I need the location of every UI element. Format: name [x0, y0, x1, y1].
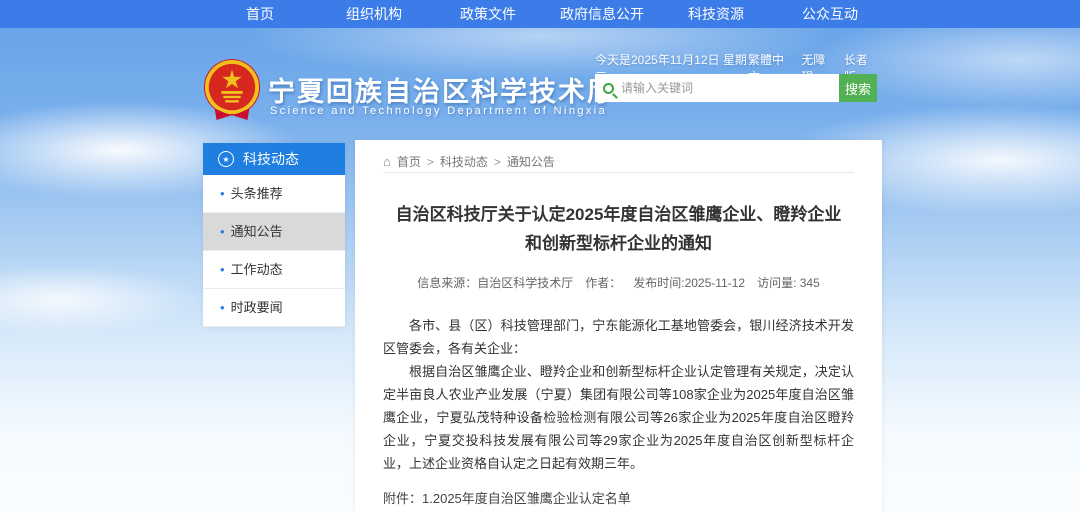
bullet-icon: •: [220, 186, 225, 201]
article-meta: 信息来源：自治区科学技术厅 作者： 发布时间:2025-11-12 访问量: 3…: [383, 274, 854, 291]
meta-publish-date: 发布时间:2025-11-12: [633, 274, 745, 291]
meta-visit-count: 访问量: 345: [757, 274, 820, 291]
nav-item-gov-info[interactable]: 政府信息公开: [545, 0, 659, 28]
star-circle-icon: ★: [218, 151, 234, 167]
breadcrumb-home[interactable]: 首页: [397, 153, 421, 170]
sidebar-item-headlines[interactable]: •头条推荐: [203, 175, 345, 213]
article-paragraph: 根据自治区雏鹰企业、瞪羚企业和创新型标杆企业认定管理有关规定，决定认定半亩良人农…: [383, 360, 854, 475]
meta-source: 信息来源：自治区科学技术厅: [417, 274, 573, 291]
attachments-label: 附件：: [383, 487, 422, 513]
nav-item-policy[interactable]: 政策文件: [431, 0, 545, 28]
breadcrumb-notices[interactable]: 通知公告: [507, 153, 555, 170]
site-subtitle: Science and Technology Department of Nin…: [270, 105, 607, 117]
attachment-link-1[interactable]: 1.2025年度自治区雏鹰企业认定名单: [422, 487, 670, 511]
national-emblem-logo: [203, 57, 261, 123]
attachments-block: 附件： 1.2025年度自治区雏鹰企业认定名单 2.2025年度自治区瞪羚企业认…: [383, 487, 854, 513]
search-icon: [603, 83, 614, 94]
sidebar-item-politics-news[interactable]: •时政要闻: [203, 289, 345, 327]
article-title: 自治区科技厅关于认定2025年度自治区雏鹰企业、瞪羚企业 和创新型标杆企业的通知: [383, 200, 854, 258]
meta-author: 作者：: [585, 274, 621, 291]
search-button[interactable]: 搜索: [839, 74, 877, 102]
article-body: 各市、县（区）科技管理部门，宁东能源化工基地管委会，银川经济技术开发区管委会，各…: [383, 314, 854, 475]
sidebar-title: 科技动态: [243, 149, 299, 169]
search-bar: 搜索: [595, 74, 877, 102]
sidebar-item-work-news[interactable]: •工作动态: [203, 251, 345, 289]
nav-item-organization[interactable]: 组织机构: [317, 0, 431, 28]
nav-item-sci-resources[interactable]: 科技资源: [659, 0, 773, 28]
nav-item-home[interactable]: 首页: [203, 0, 317, 28]
sidebar-header: ★ 科技动态: [203, 143, 345, 175]
bullet-icon: •: [220, 262, 225, 277]
search-input[interactable]: [621, 74, 839, 102]
sidebar-item-notices[interactable]: •通知公告: [203, 213, 345, 251]
nav-item-public-interaction[interactable]: 公众互动: [773, 0, 887, 28]
breadcrumb-sci-news[interactable]: 科技动态: [440, 153, 488, 170]
top-navbar: 首页 组织机构 政策文件 政府信息公开 科技资源 公众互动: [0, 0, 1080, 28]
sidebar: ★ 科技动态 •头条推荐 •通知公告 •工作动态 •时政要闻: [203, 143, 345, 327]
bullet-icon: •: [220, 224, 225, 239]
article-panel: ⌂ 首页 > 科技动态 > 通知公告 自治区科技厅关于认定2025年度自治区雏鹰…: [355, 140, 882, 513]
article-paragraph: 各市、县（区）科技管理部门，宁东能源化工基地管委会，银川经济技术开发区管委会，各…: [383, 314, 854, 360]
home-icon: ⌂: [383, 154, 391, 169]
breadcrumb: ⌂ 首页 > 科技动态 > 通知公告: [383, 140, 854, 173]
site-title: 宁夏回族自治区科学技术厅: [268, 70, 616, 109]
bullet-icon: •: [220, 300, 225, 315]
